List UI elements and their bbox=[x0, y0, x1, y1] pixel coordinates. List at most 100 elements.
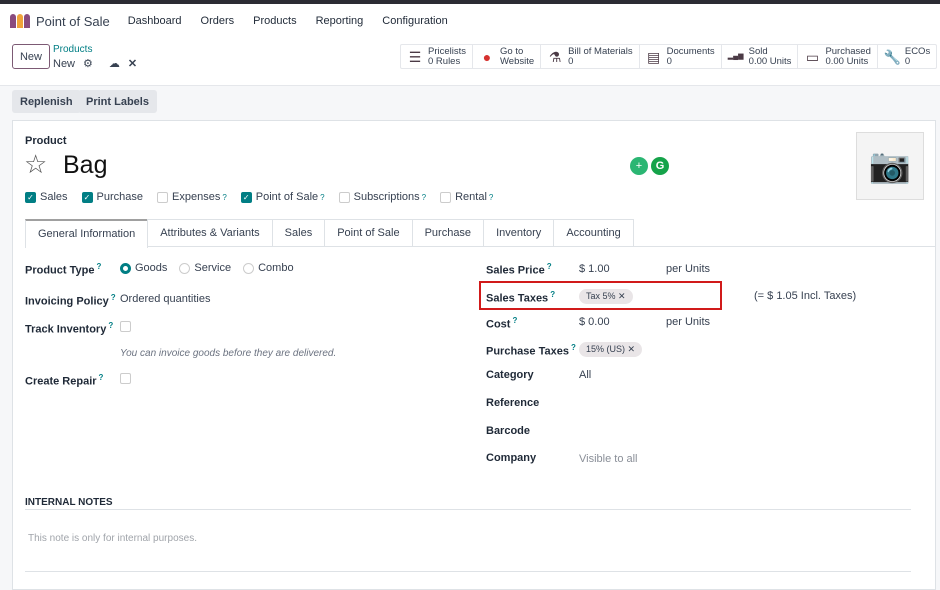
checkbox[interactable] bbox=[157, 191, 169, 203]
tab-inventory[interactable]: Inventory bbox=[483, 219, 555, 246]
menu-dashboard[interactable]: Dashboard bbox=[128, 15, 182, 27]
smart-button-document[interactable]: ▤ Documents 0 bbox=[640, 45, 722, 68]
document-icon: ▤ bbox=[646, 48, 661, 65]
remove-tag-icon[interactable]: ✕ bbox=[618, 291, 626, 301]
smart-button-globe[interactable]: ● Go to Website bbox=[473, 45, 542, 68]
smart-button-value: 0 bbox=[568, 55, 574, 67]
remove-tag-icon[interactable]: ✕ bbox=[628, 344, 636, 354]
sales-price-label: Sales Price bbox=[486, 264, 545, 277]
new-button[interactable]: New bbox=[12, 44, 50, 69]
gear-icon[interactable]: ⚙ bbox=[83, 57, 93, 70]
create-repair-checkbox[interactable] bbox=[120, 373, 131, 384]
flag-point-of-sale[interactable]: ✓ Point of Sale? bbox=[240, 191, 325, 203]
help-icon[interactable]: ? bbox=[571, 343, 576, 352]
smart-button-title: Purchased bbox=[825, 45, 871, 57]
sales-price-input[interactable]: $ 1.00 bbox=[579, 263, 610, 275]
product-type-label: Product Type bbox=[25, 264, 95, 277]
checkbox[interactable] bbox=[440, 191, 452, 203]
company-select[interactable]: Visible to all bbox=[579, 453, 638, 465]
menu-configuration[interactable]: Configuration bbox=[382, 15, 447, 27]
cost-label: Cost bbox=[486, 318, 511, 331]
checkbox[interactable]: ✓ bbox=[25, 191, 36, 203]
flag-expenses[interactable]: Expenses? bbox=[157, 191, 227, 203]
checkbox[interactable]: ✓ bbox=[81, 191, 93, 203]
smart-button-wrench[interactable]: 🔧 ECOs 0 bbox=[878, 45, 936, 68]
help-icon[interactable]: ? bbox=[222, 193, 226, 202]
smart-button-bar-chart[interactable]: ▂▄▆ Sold 0.00 Units bbox=[722, 45, 799, 68]
grammarly-icon[interactable]: G bbox=[651, 157, 669, 175]
replenish-button[interactable]: Replenish bbox=[12, 90, 81, 113]
menu-reporting[interactable]: Reporting bbox=[316, 15, 364, 27]
flag-subscriptions[interactable]: Subscriptions? bbox=[338, 191, 426, 203]
help-icon[interactable]: ? bbox=[547, 262, 552, 271]
help-icon[interactable]: ? bbox=[422, 193, 426, 202]
tab-general-information[interactable]: General Information bbox=[25, 219, 149, 248]
pos-logo-icon[interactable] bbox=[10, 14, 30, 28]
menu-orders[interactable]: Orders bbox=[201, 15, 235, 27]
save-cloud-icon[interactable]: ☁ bbox=[109, 57, 120, 70]
menu-products[interactable]: Products bbox=[253, 15, 296, 27]
flag-label: Subscriptions bbox=[353, 191, 420, 203]
category-select[interactable]: All bbox=[579, 369, 591, 381]
tab-sales[interactable]: Sales bbox=[271, 219, 326, 246]
help-icon[interactable]: ? bbox=[320, 193, 324, 202]
flag-label: Point of Sale bbox=[255, 191, 319, 203]
discard-icon[interactable]: ✕ bbox=[128, 57, 137, 70]
track-inventory-checkbox[interactable] bbox=[120, 321, 131, 332]
smart-button-list[interactable]: ☰ Pricelists 0 Rules bbox=[401, 45, 474, 68]
camera-add-icon: 📷 bbox=[868, 147, 912, 185]
help-icon[interactable]: ? bbox=[99, 373, 104, 382]
smart-button-flask[interactable]: ⚗ Bill of Materials 0 bbox=[541, 45, 640, 68]
wrench-icon: 🔧 bbox=[883, 48, 902, 65]
smart-button-title: Sold bbox=[748, 45, 768, 57]
flag-label: Expenses bbox=[172, 191, 221, 203]
smart-button-title: Bill of Materials bbox=[568, 45, 633, 57]
help-icon[interactable]: ? bbox=[108, 321, 113, 330]
internal-notes-editor[interactable]: This note is only for internal purposes. bbox=[28, 533, 908, 563]
checkbox[interactable] bbox=[338, 191, 350, 203]
tab-purchase[interactable]: Purchase bbox=[411, 219, 485, 246]
favorite-star-icon[interactable]: ☆ bbox=[24, 149, 47, 180]
help-icon[interactable]: ? bbox=[489, 193, 493, 202]
sales-taxes-label: Sales Taxes bbox=[486, 292, 549, 305]
sales-tax-tag[interactable]: Tax 5% ✕ bbox=[579, 289, 633, 304]
app-name[interactable]: Point of Sale bbox=[36, 14, 110, 29]
smart-button-credit-card[interactable]: ▭ Purchased 0.00 Units bbox=[798, 45, 878, 68]
company-label: Company bbox=[486, 452, 537, 464]
checkbox[interactable]: ✓ bbox=[240, 191, 252, 203]
invoicing-policy-select[interactable]: Ordered quantities bbox=[120, 293, 211, 305]
type-service-radio[interactable]: Service bbox=[179, 262, 231, 274]
flag-rental[interactable]: Rental? bbox=[440, 191, 493, 203]
flag-purchase[interactable]: ✓ Purchase bbox=[81, 191, 143, 203]
product-name-input[interactable]: Bag bbox=[63, 151, 107, 180]
create-repair-label: Create Repair bbox=[25, 375, 97, 388]
print-labels-button[interactable]: Print Labels bbox=[78, 90, 157, 113]
flag-label: Rental bbox=[455, 191, 487, 203]
help-icon[interactable]: ? bbox=[96, 262, 101, 271]
tab-attributes-variants[interactable]: Attributes & Variants bbox=[147, 219, 273, 246]
barcode-input[interactable] bbox=[579, 421, 839, 437]
list-icon: ☰ bbox=[408, 48, 422, 65]
cost-input[interactable]: $ 0.00 bbox=[579, 316, 610, 328]
help-icon[interactable]: ? bbox=[512, 316, 517, 325]
purchase-taxes-label: Purchase Taxes bbox=[486, 345, 569, 358]
reference-input[interactable] bbox=[579, 393, 839, 409]
tab-accounting[interactable]: Accounting bbox=[553, 219, 634, 246]
help-icon[interactable]: ? bbox=[550, 290, 555, 299]
flag-sales[interactable]: ✓ Sales bbox=[25, 191, 68, 203]
product-image-upload[interactable]: 📷 bbox=[856, 132, 924, 200]
assistant-icon[interactable]: + bbox=[630, 157, 648, 175]
type-combo-radio[interactable]: Combo bbox=[243, 262, 294, 274]
smart-button-value: 0 bbox=[666, 55, 672, 67]
tab-point-of-sale[interactable]: Point of Sale bbox=[324, 219, 413, 246]
tax-included-price: (= $ 1.05 Incl. Taxes) bbox=[754, 290, 857, 302]
smart-button-value: 0.00 Units bbox=[825, 55, 869, 67]
purchase-tax-tag[interactable]: 15% (US) ✕ bbox=[579, 342, 643, 357]
help-icon[interactable]: ? bbox=[111, 293, 116, 302]
category-label: Category bbox=[486, 369, 534, 381]
flask-icon: ⚗ bbox=[548, 48, 562, 65]
divider bbox=[25, 571, 911, 572]
type-goods-radio[interactable]: Goods bbox=[120, 262, 167, 274]
breadcrumb-products[interactable]: Products bbox=[53, 44, 92, 55]
sales-price-uom: per Units bbox=[666, 263, 711, 275]
